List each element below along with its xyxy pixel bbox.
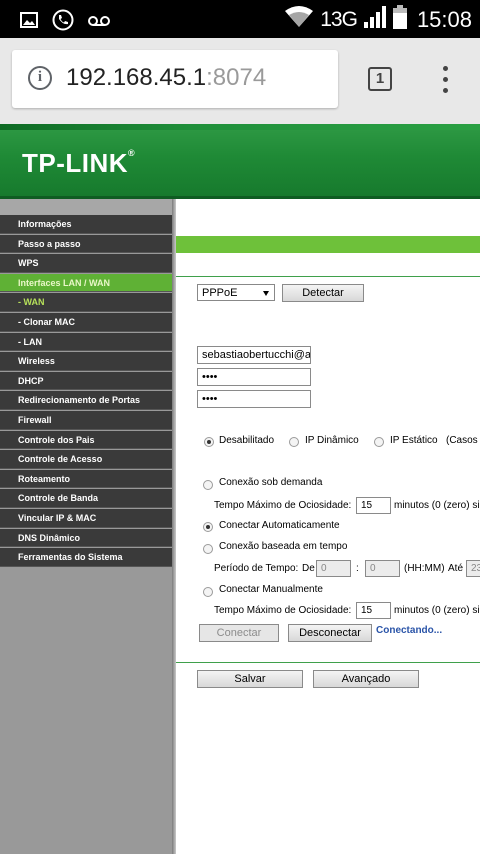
section-divider-top bbox=[176, 276, 480, 277]
to-label: Até bbox=[448, 563, 464, 574]
sidebar-item-clonar-mac[interactable]: - Clonar MAC bbox=[0, 312, 172, 332]
sidebar-item-vincular-ip-mac[interactable]: Vincular IP & MAC bbox=[0, 508, 172, 528]
sidebar-item-dhcp[interactable]: DHCP bbox=[0, 371, 172, 391]
manual-connect-radio[interactable] bbox=[203, 587, 213, 597]
logo-text: TP-LINK bbox=[22, 148, 129, 178]
router-header: TP-LINK® bbox=[0, 124, 480, 196]
main-content: PPPoE Detectar sebastiaobertucchi@a ••••… bbox=[176, 199, 480, 854]
manual-idle-label: Tempo Máximo de Ociosidade: bbox=[214, 605, 352, 616]
tab-switcher-button[interactable]: 1 bbox=[368, 67, 392, 91]
address-bar[interactable]: i 192.168.45.1:8074 bbox=[12, 50, 338, 108]
period-label: Período de Tempo: bbox=[214, 563, 299, 574]
sidebar-item-informacoes[interactable]: Informações bbox=[0, 215, 172, 234]
url-host: 192.168.45.1 bbox=[66, 64, 207, 91]
time-based-radio[interactable] bbox=[203, 544, 213, 554]
on-demand-label: Conexão sob demanda bbox=[219, 477, 323, 488]
secondary-cases-label: (Casos bbox=[446, 435, 478, 446]
idle-time-unit: minutos (0 (zero) sig bbox=[394, 500, 480, 511]
secondary-static-radio[interactable] bbox=[374, 437, 384, 447]
connection-status: Conectando... bbox=[376, 625, 443, 636]
connection-type-value: PPPoE bbox=[202, 287, 238, 299]
from-minute-input[interactable]: 0 bbox=[365, 560, 400, 577]
confirm-password-field[interactable]: •••• bbox=[197, 390, 311, 408]
sidebar-item-wireless[interactable]: Wireless bbox=[0, 352, 172, 371]
secondary-disabled-label: Desabilitado bbox=[219, 435, 275, 446]
idle-time-label: Tempo Máximo de Ociosidade: bbox=[214, 500, 352, 511]
auto-connect-label: Conectar Automaticamente bbox=[219, 520, 340, 531]
status-bar: 13G 15:08 bbox=[0, 0, 480, 38]
info-icon[interactable]: i bbox=[28, 66, 52, 90]
sidebar-item-wan[interactable]: - WAN bbox=[0, 293, 172, 312]
voicemail-icon bbox=[88, 14, 110, 32]
sidebar-item-wps[interactable]: WPS bbox=[0, 254, 172, 273]
url-port: :8074 bbox=[206, 64, 267, 91]
connection-type-select[interactable]: PPPoE bbox=[197, 284, 275, 301]
sidebar-item-firewall[interactable]: Firewall bbox=[0, 410, 172, 430]
section-title-bar bbox=[176, 236, 480, 253]
chevron-down-icon bbox=[263, 291, 269, 296]
to-hour-input[interactable]: 23 bbox=[466, 560, 480, 577]
time-separator: : bbox=[356, 563, 359, 574]
tp-link-logo: TP-LINK® bbox=[22, 148, 136, 178]
secondary-dynamic-label: IP Dinâmico bbox=[305, 435, 359, 446]
sidebar-menu: Informações Passo a passo WPS Interfaces… bbox=[0, 215, 172, 568]
image-icon bbox=[20, 12, 38, 33]
from-label: De bbox=[302, 563, 315, 574]
wifi-icon bbox=[284, 5, 314, 35]
sidebar-item-dns-dinamico[interactable]: DNS Dinâmico bbox=[0, 528, 172, 548]
url-text[interactable]: 192.168.45.1:8074 bbox=[66, 64, 266, 92]
secondary-static-label: IP Estático bbox=[390, 435, 438, 446]
network-type: 13G bbox=[320, 8, 358, 31]
secondary-dynamic-radio[interactable] bbox=[289, 437, 299, 447]
connect-button[interactable]: Conectar bbox=[199, 624, 279, 642]
idle-time-input[interactable]: 15 bbox=[356, 497, 391, 514]
advanced-button[interactable]: Avançado bbox=[313, 670, 419, 688]
battery-icon bbox=[392, 5, 407, 35]
clock: 15:08 bbox=[416, 7, 472, 32]
time-based-label: Conexão baseada em tempo bbox=[219, 541, 348, 552]
detect-button[interactable]: Detectar bbox=[282, 284, 364, 302]
signal-icon bbox=[363, 6, 387, 34]
sidebar-item-lan[interactable]: - LAN bbox=[0, 332, 172, 352]
save-button[interactable]: Salvar bbox=[197, 670, 303, 688]
sidebar-item-ferramentas[interactable]: Ferramentas do Sistema bbox=[0, 548, 172, 567]
sidebar-item-redirecionamento[interactable]: Redirecionamento de Portas bbox=[0, 391, 172, 410]
section-divider-bottom bbox=[176, 662, 480, 663]
hhmm-label: (HH:MM) bbox=[404, 563, 445, 574]
from-hour-input[interactable]: 0 bbox=[316, 560, 351, 577]
sidebar-item-controle-acesso[interactable]: Controle de Acesso bbox=[0, 450, 172, 469]
auto-connect-radio[interactable] bbox=[203, 522, 213, 532]
sidebar-item-controle-banda[interactable]: Controle de Banda bbox=[0, 489, 172, 508]
manual-idle-input[interactable]: 15 bbox=[356, 602, 391, 619]
browser-toolbar: i 192.168.45.1:8074 1 bbox=[0, 38, 480, 124]
phone-icon bbox=[52, 9, 74, 36]
sidebar: Informações Passo a passo WPS Interfaces… bbox=[0, 199, 172, 854]
password-field[interactable]: •••• bbox=[197, 368, 311, 386]
sidebar-item-roteamento[interactable]: Roteamento bbox=[0, 469, 172, 489]
overflow-menu-icon[interactable] bbox=[436, 66, 456, 94]
sidebar-item-controle-pais[interactable]: Controle dos Pais bbox=[0, 430, 172, 450]
sidebar-top bbox=[0, 199, 172, 215]
manual-idle-unit: minutos (0 (zero) sig bbox=[394, 605, 480, 616]
sidebar-item-interfaces-lan-wan[interactable]: Interfaces LAN / WAN bbox=[0, 273, 172, 293]
disconnect-button[interactable]: Desconectar bbox=[288, 624, 372, 642]
header-stripe bbox=[0, 124, 480, 130]
sidebar-item-passo-a-passo[interactable]: Passo a passo bbox=[0, 234, 172, 254]
manual-connect-label: Conectar Manualmente bbox=[219, 584, 323, 595]
on-demand-radio[interactable] bbox=[203, 480, 213, 490]
username-field[interactable]: sebastiaobertucchi@a bbox=[197, 346, 311, 364]
secondary-disabled-radio[interactable] bbox=[204, 437, 214, 447]
